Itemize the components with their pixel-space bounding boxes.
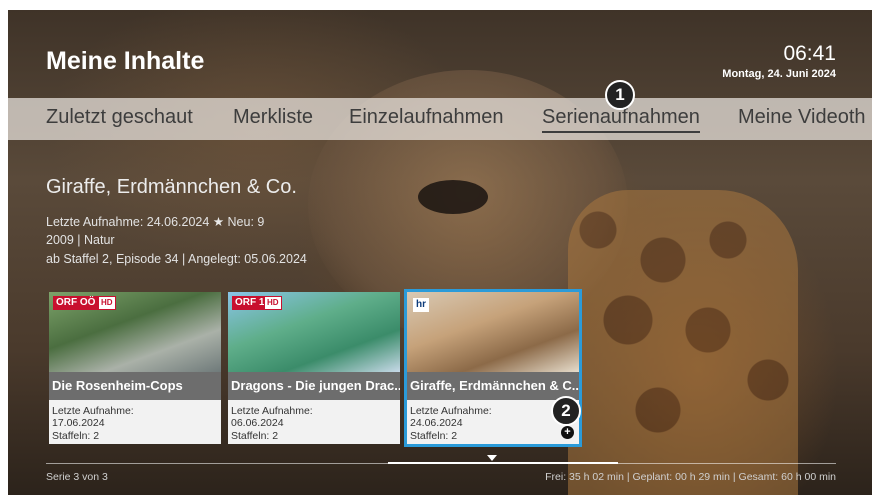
background-giraffe-neck bbox=[568, 190, 798, 495]
channel-logo-orf: ORF 1 bbox=[232, 296, 268, 310]
card-last-date: 24.06.2024 bbox=[410, 417, 463, 429]
background-giraffe-eye bbox=[418, 180, 488, 214]
series-card-giraffe[interactable]: hr Giraffe, Erdmännchen & C.. Letzte Auf… bbox=[404, 289, 582, 447]
card-seasons: Staffeln: 2 bbox=[52, 430, 100, 442]
annotation-badge-1: 1 bbox=[605, 80, 635, 110]
clock-date: Montag, 24. Juni 2024 bbox=[722, 68, 836, 80]
tab-zuletzt-geschaut[interactable]: Zuletzt geschaut bbox=[46, 106, 193, 129]
series-card-dragons[interactable]: ORF 1 HD Dragons - Die jungen Drac.. Let… bbox=[228, 292, 400, 444]
card-last-label: Letzte Aufnahme: bbox=[410, 405, 492, 417]
tab-bar: Zuletzt geschaut Merkliste Einzelaufnahm… bbox=[8, 98, 872, 140]
card-title: Dragons - Die jungen Drac.. bbox=[228, 372, 400, 400]
card-title: Die Rosenheim-Cops bbox=[49, 372, 221, 400]
detail-line-2: 2009 | Natur bbox=[46, 233, 115, 247]
card-last-label: Letzte Aufnahme: bbox=[52, 405, 134, 417]
card-title: Giraffe, Erdmännchen & C.. bbox=[407, 372, 579, 400]
plus-circle-icon[interactable]: + bbox=[561, 426, 574, 439]
channel-logo-orf: ORF OÖ bbox=[53, 296, 99, 310]
star-icon: ★ bbox=[212, 215, 225, 229]
tab-einzelaufnahmen[interactable]: Einzelaufnahmen bbox=[349, 106, 504, 129]
tab-meine-videothek[interactable]: Meine Videoth bbox=[738, 106, 866, 129]
tv-screen: Meine Inhalte 06:41 Montag, 24. Juni 202… bbox=[8, 10, 872, 495]
card-thumbnail bbox=[407, 292, 579, 372]
card-last-label: Letzte Aufnahme: bbox=[231, 405, 313, 417]
detail-new-count: Neu: 9 bbox=[227, 215, 265, 229]
storage-status: Frei: 35 h 02 min | Geplant: 00 h 29 min… bbox=[545, 471, 836, 483]
tab-merkliste[interactable]: Merkliste bbox=[233, 106, 313, 129]
annotation-badge-2: 2 bbox=[551, 396, 581, 426]
chevron-down-icon[interactable] bbox=[487, 455, 497, 461]
series-card-rosenheim-cops[interactable]: ORF OÖ HD Die Rosenheim-Cops Letzte Aufn… bbox=[49, 292, 221, 444]
page-title: Meine Inhalte bbox=[46, 47, 205, 75]
scroll-indicator bbox=[388, 462, 618, 464]
detail-line-1: Letzte Aufnahme: 24.06.2024 ★ Neu: 9 bbox=[46, 214, 264, 229]
hd-logo: HD bbox=[264, 296, 282, 310]
detail-title: Giraffe, Erdmännchen & Co. bbox=[46, 176, 297, 198]
tab-serienaufnahmen[interactable]: Serienaufnahmen bbox=[542, 106, 700, 133]
hd-logo: HD bbox=[98, 296, 116, 310]
card-last-date: 06.06.2024 bbox=[231, 417, 284, 429]
clock-time: 06:41 bbox=[783, 42, 836, 65]
card-last-date: 17.06.2024 bbox=[52, 417, 105, 429]
detail-line-3: ab Staffel 2, Episode 34 | Angelegt: 05.… bbox=[46, 252, 307, 266]
card-seasons: Staffeln: 2 bbox=[231, 430, 279, 442]
detail-last-recording: Letzte Aufnahme: 24.06.2024 bbox=[46, 215, 210, 229]
series-counter: Serie 3 von 3 bbox=[46, 471, 108, 483]
card-seasons: Staffeln: 2 bbox=[410, 430, 458, 442]
channel-logo-hr: hr bbox=[413, 298, 429, 312]
